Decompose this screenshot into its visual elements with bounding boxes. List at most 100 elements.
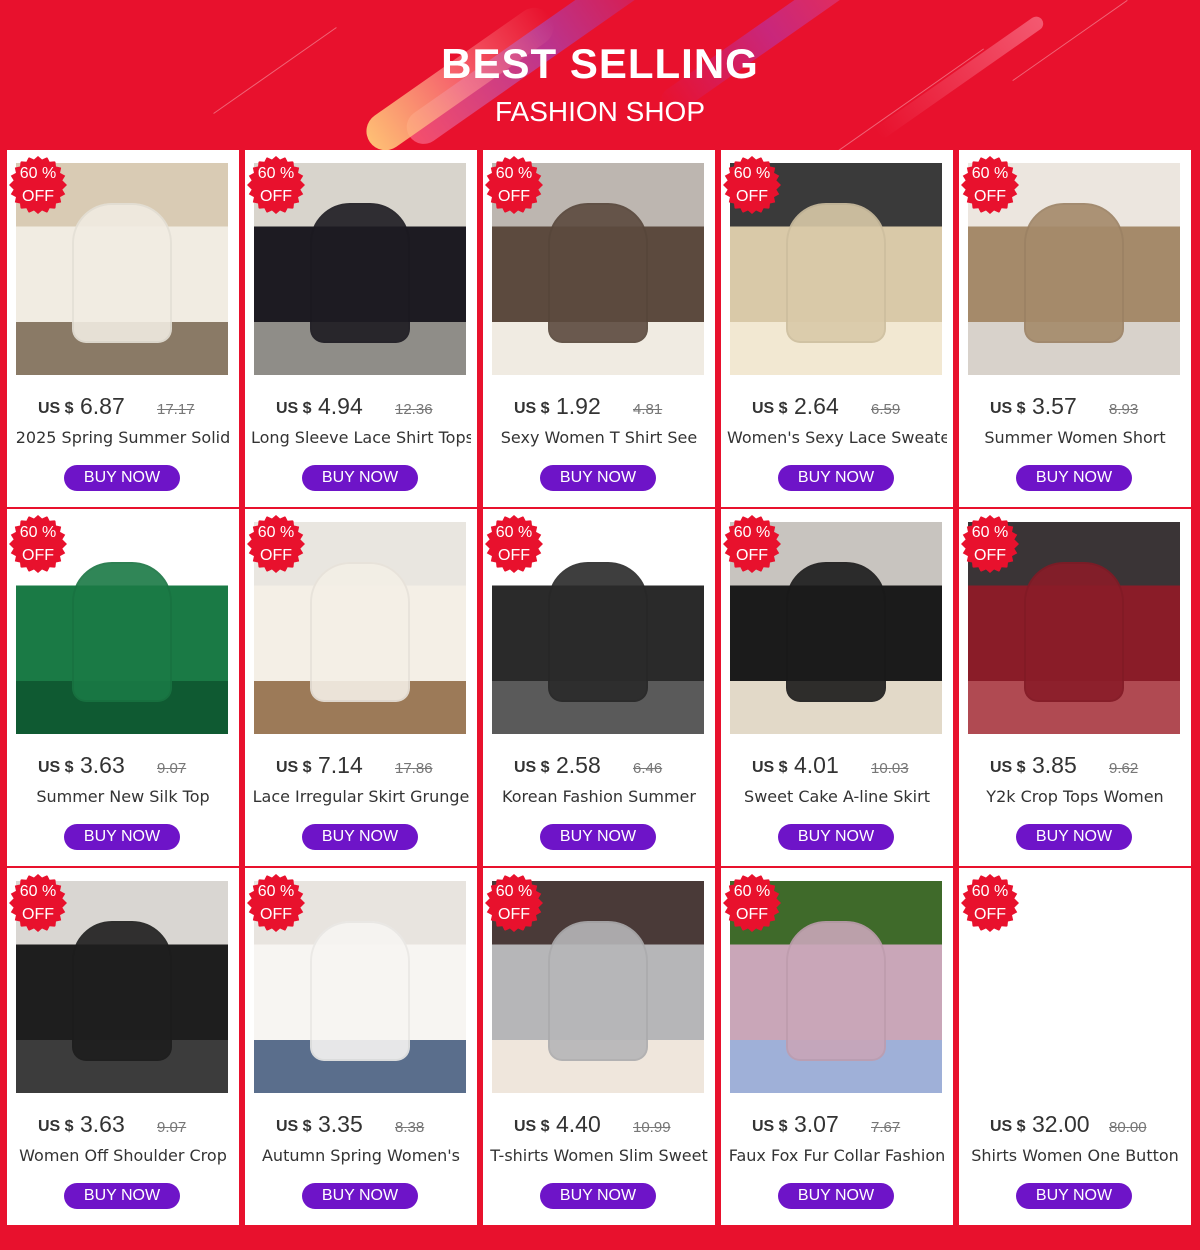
buy-now-button[interactable]: BUY NOW xyxy=(64,465,180,491)
price-row: US $ 3.85 9.62 xyxy=(959,752,1191,782)
discount-percent: 60 % xyxy=(19,165,57,182)
banner-subtitle: FASHION SHOP xyxy=(494,96,706,127)
original-price: 7.67 xyxy=(871,1119,901,1136)
product-card[interactable]: 60 % OFF US $ 1.92 4.81 Sexy Women T Shi… xyxy=(483,150,715,507)
discount-off-label: OFF xyxy=(22,188,54,205)
product-title[interactable]: Women Off Shoulder Crop xyxy=(13,1146,233,1165)
product-grid: 60 % OFF US $ 6.87 17.17 2025 Spring Sum… xyxy=(7,150,1191,1225)
product-title[interactable]: Summer New Silk Top xyxy=(13,787,233,806)
buy-now-button[interactable]: BUY NOW xyxy=(778,1183,894,1209)
product-card[interactable]: 60 % OFF US $ 3.63 9.07 Women Off Should… xyxy=(7,868,239,1225)
original-price: 12.36 xyxy=(395,401,433,418)
product-card[interactable]: 60 % OFF US $ 2.58 6.46 Korean Fashion S… xyxy=(483,509,715,866)
price-row: US $ 4.40 10.99 xyxy=(483,1111,715,1141)
sale-price: 3.57 xyxy=(1032,393,1077,419)
buy-now-button[interactable]: BUY NOW xyxy=(302,824,418,850)
product-title[interactable]: Lace Irregular Skirt Grunge xyxy=(251,787,471,806)
garment-shape xyxy=(786,562,886,702)
buy-now-button[interactable]: BUY NOW xyxy=(302,1183,418,1209)
garment-shape xyxy=(1024,203,1124,343)
garment-shape xyxy=(1024,562,1124,702)
buy-now-button[interactable]: BUY NOW xyxy=(1016,1183,1132,1209)
product-card[interactable]: 60 % OFF US $ 4.40 10.99 T-shirts Women … xyxy=(483,868,715,1225)
currency-label: US $ xyxy=(38,1118,74,1135)
price-row: US $ 6.87 17.17 xyxy=(7,393,239,423)
product-title[interactable]: Faux Fox Fur Collar Fashion xyxy=(727,1146,947,1165)
garment-shape xyxy=(72,921,172,1061)
garment-shape xyxy=(72,203,172,343)
product-title[interactable]: Y2k Crop Tops Women xyxy=(965,787,1185,806)
product-card[interactable]: 60 % OFF US $ 3.07 7.67 Faux Fox Fur Col… xyxy=(721,868,953,1225)
product-title[interactable]: Sweet Cake A-line Skirt xyxy=(727,787,947,806)
discount-off-label: OFF xyxy=(498,906,530,923)
banner-header: BEST SELLING FASHION SHOP xyxy=(0,0,1200,150)
product-card[interactable]: 60 % OFF US $ 32.00 80.00 Shirts Women O… xyxy=(959,868,1191,1225)
product-title[interactable]: Long Sleeve Lace Shirt Tops xyxy=(251,428,471,447)
buy-now-button[interactable]: BUY NOW xyxy=(778,824,894,850)
currency-label: US $ xyxy=(990,759,1026,776)
original-price: 10.99 xyxy=(633,1119,671,1136)
product-card[interactable]: 60 % OFF US $ 4.94 12.36 Long Sleeve Lac… xyxy=(245,150,477,507)
price-row: US $ 1.92 4.81 xyxy=(483,393,715,423)
original-price: 9.07 xyxy=(157,760,187,777)
sale-price: 4.40 xyxy=(556,1111,601,1137)
product-title[interactable]: Shirts Women One Button xyxy=(965,1146,1185,1165)
discount-percent: 60 % xyxy=(495,165,533,182)
product-title[interactable]: 2025 Spring Summer Solid xyxy=(13,428,233,447)
garment-shape xyxy=(786,203,886,343)
garment-shape xyxy=(548,203,648,343)
product-card[interactable]: 60 % OFF US $ 2.64 6.59 Women's Sexy Lac… xyxy=(721,150,953,507)
buy-now-button[interactable]: BUY NOW xyxy=(1016,824,1132,850)
product-card[interactable]: 60 % OFF US $ 3.57 8.93 Summer Women Sho… xyxy=(959,150,1191,507)
product-title[interactable]: Korean Fashion Summer xyxy=(489,787,709,806)
discount-off-label: OFF xyxy=(736,547,768,564)
discount-percent: 60 % xyxy=(733,524,771,541)
garment-shape xyxy=(310,921,410,1061)
currency-label: US $ xyxy=(514,759,550,776)
discount-off-label: OFF xyxy=(260,547,292,564)
currency-label: US $ xyxy=(38,759,74,776)
product-card[interactable]: 60 % OFF US $ 6.87 17.17 2025 Spring Sum… xyxy=(7,150,239,507)
product-title[interactable]: Summer Women Short xyxy=(965,428,1185,447)
garment-shape xyxy=(310,562,410,702)
price-row: US $ 3.63 9.07 xyxy=(7,1111,239,1141)
price-row: US $ 4.94 12.36 xyxy=(245,393,477,423)
product-card[interactable]: 60 % OFF US $ 3.85 9.62 Y2k Crop Tops Wo… xyxy=(959,509,1191,866)
buy-now-button[interactable]: BUY NOW xyxy=(778,465,894,491)
price-row: US $ 3.63 9.07 xyxy=(7,752,239,782)
buy-now-button[interactable]: BUY NOW xyxy=(540,824,656,850)
sale-price: 1.92 xyxy=(556,393,601,419)
buy-now-button[interactable]: BUY NOW xyxy=(302,465,418,491)
sale-price: 2.58 xyxy=(556,752,601,778)
garment-shape xyxy=(548,921,648,1061)
discount-off-label: OFF xyxy=(974,188,1006,205)
product-title[interactable]: Sexy Women T Shirt See xyxy=(489,428,709,447)
garment-shape xyxy=(548,562,648,702)
product-title[interactable]: Autumn Spring Women's xyxy=(251,1146,471,1165)
price-row: US $ 7.14 17.86 xyxy=(245,752,477,782)
product-card[interactable]: 60 % OFF US $ 3.35 8.38 Autumn Spring Wo… xyxy=(245,868,477,1225)
buy-now-button[interactable]: BUY NOW xyxy=(64,824,180,850)
product-card[interactable]: 60 % OFF US $ 3.63 9.07 Summer New Silk … xyxy=(7,509,239,866)
currency-label: US $ xyxy=(276,1118,312,1135)
discount-off-label: OFF xyxy=(260,188,292,205)
discount-off-label: OFF xyxy=(22,547,54,564)
product-title[interactable]: T-shirts Women Slim Sweet xyxy=(489,1146,709,1165)
product-card[interactable]: 60 % OFF US $ 7.14 17.86 Lace Irregular … xyxy=(245,509,477,866)
original-price: 6.59 xyxy=(871,401,901,418)
buy-now-button[interactable]: BUY NOW xyxy=(1016,465,1132,491)
buy-now-button[interactable]: BUY NOW xyxy=(540,465,656,491)
currency-label: US $ xyxy=(276,400,312,417)
garment-shape xyxy=(310,203,410,343)
discount-off-label: OFF xyxy=(736,188,768,205)
price-row: US $ 32.00 80.00 xyxy=(959,1111,1191,1141)
product-title[interactable]: Women's Sexy Lace Sweater xyxy=(727,428,947,447)
discount-percent: 60 % xyxy=(495,883,533,900)
discount-percent: 60 % xyxy=(733,165,771,182)
product-card[interactable]: 60 % OFF US $ 4.01 10.03 Sweet Cake A-li… xyxy=(721,509,953,866)
discount-percent: 60 % xyxy=(257,165,295,182)
buy-now-button[interactable]: BUY NOW xyxy=(540,1183,656,1209)
sale-price: 3.63 xyxy=(80,1111,125,1137)
sale-price: 2.64 xyxy=(794,393,839,419)
buy-now-button[interactable]: BUY NOW xyxy=(64,1183,180,1209)
